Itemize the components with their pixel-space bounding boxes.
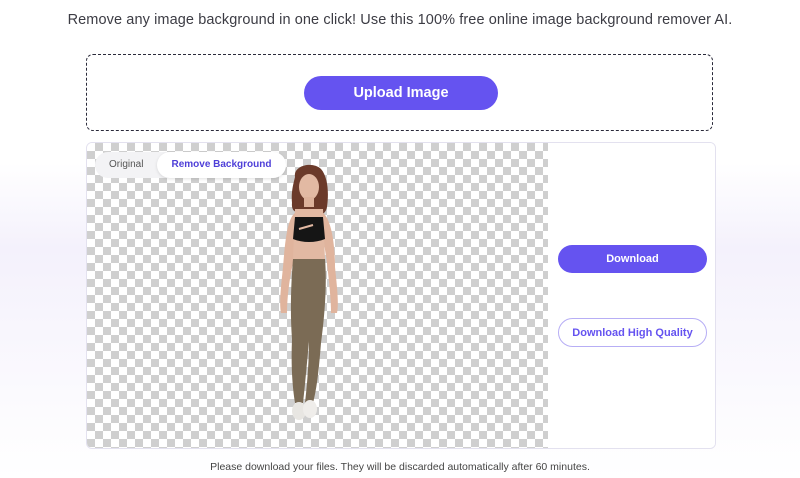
- face: [299, 174, 319, 200]
- action-column: Download Download High Quality: [548, 143, 715, 448]
- black-top: [293, 217, 325, 242]
- transparent-preview: Original Remove Background: [87, 143, 548, 448]
- neck: [304, 197, 314, 207]
- upload-dropzone[interactable]: Upload Image: [86, 54, 713, 131]
- download-high-quality-button[interactable]: Download High Quality: [558, 318, 707, 347]
- discard-notice: Please download your files. They will be…: [210, 461, 590, 473]
- leggings: [290, 259, 326, 403]
- result-panel: Original Remove Background Download Down…: [86, 142, 716, 449]
- cutout-image: [280, 164, 338, 420]
- tab-original[interactable]: Original: [95, 152, 157, 178]
- view-toggle: Original Remove Background: [95, 152, 286, 178]
- upload-image-button[interactable]: Upload Image: [304, 76, 498, 110]
- download-button[interactable]: Download: [558, 245, 707, 273]
- page-tagline: Remove any image background in one click…: [67, 12, 733, 28]
- right-shoe: [303, 400, 317, 418]
